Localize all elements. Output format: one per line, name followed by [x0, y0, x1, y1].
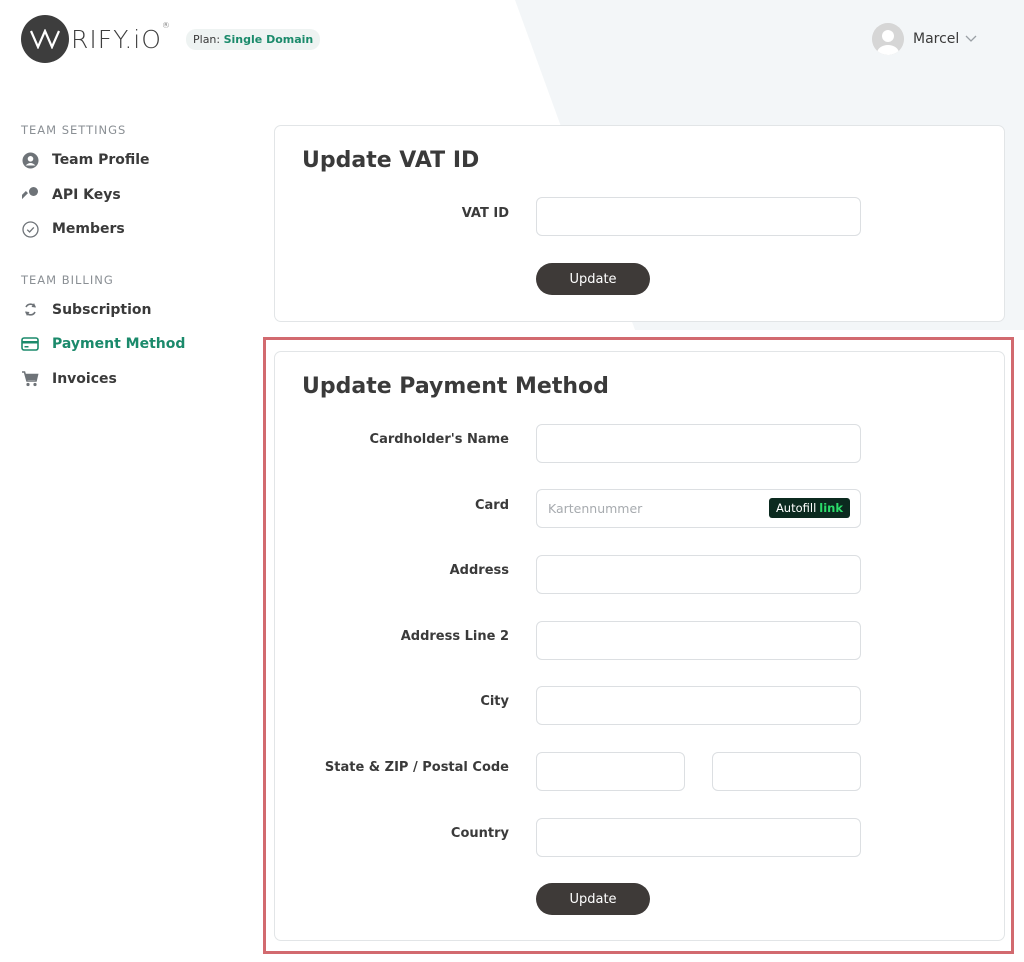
- team-settings-heading: TEAM SETTINGS: [21, 123, 127, 137]
- card-number-input[interactable]: [537, 490, 737, 527]
- logo[interactable]: RIFY.iO®: [21, 15, 171, 63]
- sidebar-item-label: Subscription: [52, 301, 152, 318]
- team-billing-heading: TEAM BILLING: [21, 272, 114, 287]
- link-brand: link: [819, 501, 843, 515]
- sidebar-item-invoices[interactable]: Invoices: [21, 368, 241, 390]
- address-label: Address: [449, 563, 509, 578]
- user-circle-icon: [21, 151, 39, 169]
- autofill-link-button[interactable]: Autofill link: [768, 498, 850, 518]
- sidebar-item-label: Invoices: [52, 370, 117, 387]
- address-line-2-label: Address Line 2: [400, 629, 509, 644]
- cardholder-name-input[interactable]: [536, 424, 861, 463]
- key-icon: [21, 186, 39, 204]
- cardholder-name-label: Cardholder's Name: [369, 432, 509, 447]
- check-circle-icon: [21, 220, 39, 238]
- vat-card: Update VAT ID VAT ID Update: [274, 125, 1005, 322]
- sidebar: TEAM SETTINGS Team Profile API Keys Memb…: [21, 123, 241, 402]
- sidebar-item-label: Payment Method: [52, 336, 186, 352]
- sidebar-item-payment-method[interactable]: Payment Method: [21, 333, 241, 355]
- autofill-text: Autofill: [775, 501, 817, 515]
- logo-mark: [21, 15, 69, 63]
- plan-value: Single Domain: [223, 33, 314, 46]
- user-name: Marcel: [913, 31, 960, 47]
- payment-update-button[interactable]: Update: [536, 883, 650, 915]
- payment-card: Update Payment Method Cardholder's Name …: [274, 351, 1005, 941]
- address-input[interactable]: [536, 555, 861, 594]
- city-input[interactable]: [536, 686, 861, 725]
- plan-label: Plan:: [193, 33, 221, 46]
- state-zip-label: State & ZIP / Postal Code: [324, 760, 509, 775]
- sidebar-item-members[interactable]: Members: [21, 218, 241, 240]
- avatar: [872, 23, 904, 55]
- vat-update-button[interactable]: Update: [536, 263, 650, 295]
- chevron-down-icon: [965, 35, 977, 42]
- sidebar-item-label: Team Profile: [52, 152, 150, 168]
- payment-card-title: Update Payment Method: [302, 374, 609, 399]
- sidebar-item-label: API Keys: [52, 186, 121, 203]
- state-input[interactable]: [536, 752, 685, 791]
- plan-badge: Plan: Single Domain: [186, 29, 321, 50]
- logo-text: RIFY.iO®: [71, 20, 171, 54]
- country-label: Country: [450, 826, 509, 841]
- vat-id-input[interactable]: [536, 197, 861, 236]
- user-menu[interactable]: Marcel: [872, 23, 977, 55]
- sidebar-item-label: Members: [52, 221, 125, 237]
- address-line-2-input[interactable]: [536, 621, 861, 660]
- country-input[interactable]: [536, 818, 861, 857]
- card-label: Card: [474, 498, 509, 513]
- vat-id-label: VAT ID: [461, 206, 509, 221]
- refresh-icon: [21, 301, 39, 319]
- cart-icon: [21, 370, 39, 388]
- sidebar-item-api-keys[interactable]: API Keys: [21, 184, 241, 206]
- zip-input[interactable]: [712, 752, 861, 791]
- credit-card-icon: [21, 335, 39, 353]
- city-label: City: [480, 694, 509, 709]
- sidebar-item-subscription[interactable]: Subscription: [21, 299, 241, 321]
- vat-card-title: Update VAT ID: [302, 148, 480, 173]
- sidebar-item-team-profile[interactable]: Team Profile: [21, 149, 241, 171]
- card-number-field: Autofilllink: [536, 489, 861, 528]
